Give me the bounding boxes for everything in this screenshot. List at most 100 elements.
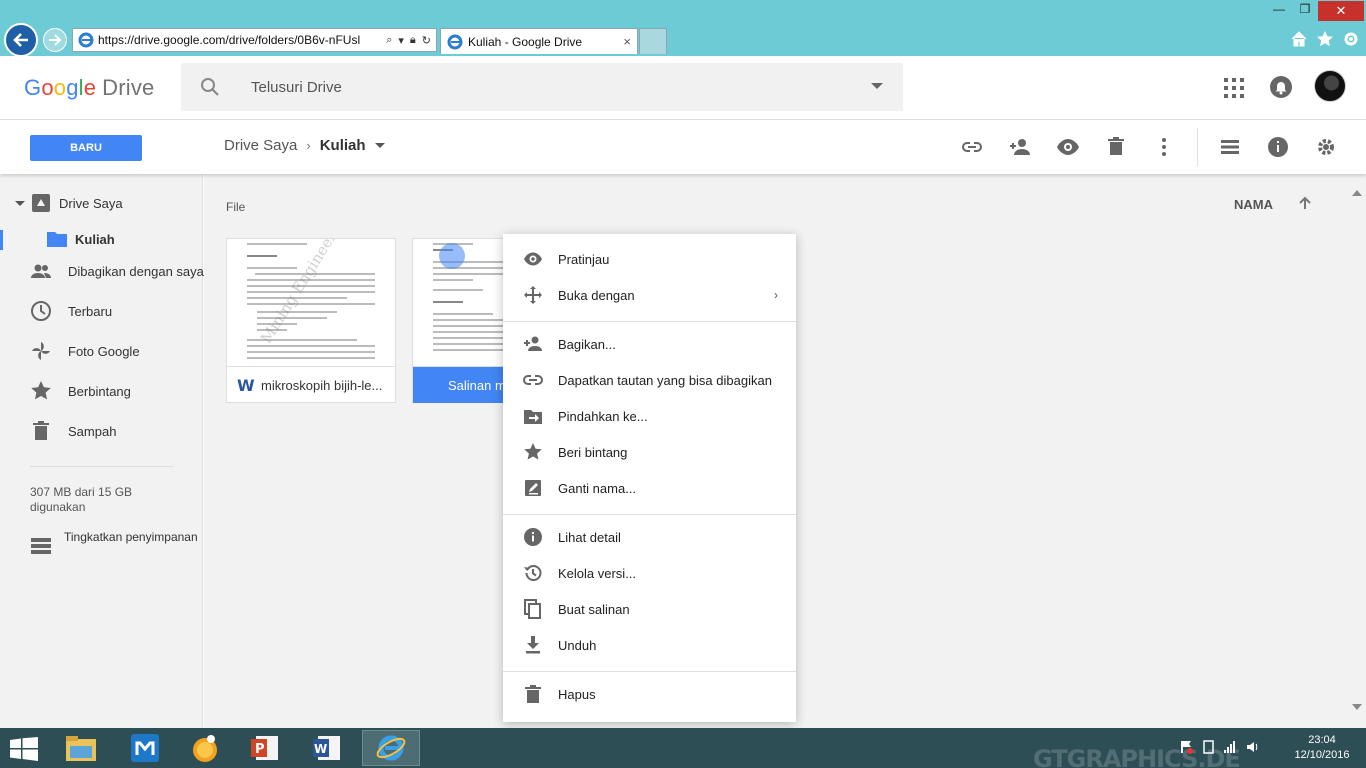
chevron-down-icon[interactable]	[15, 200, 25, 206]
link-icon[interactable]	[960, 135, 984, 159]
sidebar-item-recent[interactable]: Terbaru	[0, 296, 203, 326]
menu-item-delete[interactable]: Hapus	[503, 676, 796, 712]
forward-button[interactable]	[43, 28, 67, 52]
menu-item-share[interactable]: Bagikan...	[503, 326, 796, 362]
file-card[interactable]: Mining Engineering W mikroskopih bijih-l…	[226, 238, 396, 403]
scroll-down-icon[interactable]	[1352, 704, 1362, 710]
maxthon-app[interactable]	[116, 730, 174, 766]
clock-date: 12/10/2016	[1294, 749, 1350, 761]
powerpoint-app[interactable]: P	[236, 730, 294, 766]
volume-icon[interactable]	[1246, 740, 1259, 754]
search-box[interactable]	[181, 63, 903, 111]
notifications-bell-icon[interactable]	[1270, 76, 1292, 98]
browser-tab[interactable]: Kuliah - Google Drive ×	[440, 28, 638, 54]
system-tray	[1180, 740, 1259, 754]
address-bar[interactable]: https://drive.google.com/drive/folders/0…	[72, 28, 437, 52]
link-icon	[523, 375, 543, 385]
menu-item-label: Hapus	[558, 686, 596, 702]
new-button[interactable]: BARU	[30, 135, 142, 161]
internet-explorer-icon	[376, 735, 406, 761]
file-explorer-app[interactable]	[52, 730, 110, 766]
settings-gear-icon[interactable]	[1314, 135, 1338, 159]
sort-by-name[interactable]: NAMA	[1234, 197, 1273, 212]
info-icon[interactable]	[1266, 135, 1290, 159]
breadcrumb-current[interactable]: Kuliah	[320, 137, 366, 154]
maximize-button[interactable]: ❐	[1292, 2, 1318, 20]
internet-explorer-app[interactable]	[362, 730, 420, 766]
arrow-right-icon	[49, 34, 62, 46]
ie-favicon-icon	[78, 32, 94, 48]
menu-item-get-link[interactable]: Dapatkan tautan yang bisa dibagikan	[503, 362, 796, 398]
lock-icon[interactable]: 🔒︎	[410, 34, 416, 47]
menu-item-versions[interactable]: Kelola versi...	[503, 555, 796, 591]
url-text[interactable]: https://drive.google.com/drive/folders/0…	[98, 33, 381, 47]
minimize-button[interactable]: —	[1266, 2, 1292, 20]
menu-item-preview[interactable]: Pratinjau	[503, 241, 796, 277]
breadcrumb-separator: ›	[306, 138, 311, 153]
scroll-up-icon[interactable]	[1352, 190, 1362, 196]
sidebar-item-kuliah[interactable]: Kuliah	[0, 224, 203, 254]
favorites-star-icon[interactable]	[1316, 30, 1334, 48]
refresh-icon[interactable]: ↻	[422, 34, 431, 47]
media-player-app[interactable]	[176, 730, 234, 766]
account-avatar[interactable]	[1314, 70, 1346, 102]
sidebar-item-my-drive[interactable]: Drive Saya	[0, 188, 203, 218]
list-view-icon[interactable]	[1218, 135, 1242, 159]
signal-icon[interactable]	[1224, 740, 1237, 754]
home-icon[interactable]	[1290, 30, 1308, 48]
menu-item-move-to[interactable]: Pindahkan ke...	[503, 398, 796, 434]
scrollbar[interactable]	[1348, 174, 1366, 728]
sidebar-item-label: Kuliah	[75, 231, 115, 247]
sidebar-item-starred[interactable]: Berbintang	[0, 376, 203, 406]
eye-icon[interactable]	[1056, 135, 1080, 159]
menu-item-label: Buat salinan	[558, 601, 630, 617]
back-button[interactable]	[4, 23, 38, 57]
section-heading: File	[226, 200, 246, 214]
menu-item-open-with[interactable]: Buka dengan ›	[503, 277, 796, 313]
star-icon	[31, 381, 51, 400]
dropdown-icon[interactable]: ▾	[398, 34, 404, 47]
sidebar-item-trash[interactable]: Sampah	[0, 416, 203, 446]
search-icon[interactable]: ⌕	[386, 34, 392, 47]
svg-text:W: W	[314, 742, 327, 756]
search-options-icon[interactable]	[871, 83, 883, 89]
windows-taskbar: P W GTGRAPHICS.DE 23:04 12/10/2016	[0, 728, 1366, 768]
new-tab-button[interactable]	[639, 28, 667, 54]
apps-grid-icon[interactable]	[1224, 78, 1244, 98]
flag-alert-icon[interactable]	[1180, 740, 1193, 754]
chevron-down-icon[interactable]	[374, 143, 385, 148]
system-clock[interactable]: 23:04 12/10/2016	[1286, 733, 1358, 763]
trash-icon[interactable]	[1104, 135, 1128, 159]
menu-item-label: Pratinjau	[558, 251, 610, 267]
menu-item-star[interactable]: Beri bintang	[503, 434, 796, 470]
person-add-icon	[524, 336, 542, 351]
close-tab-icon[interactable]: ×	[623, 34, 631, 49]
device-icon[interactable]	[1202, 740, 1215, 754]
more-vert-icon[interactable]	[1152, 135, 1176, 159]
google-drive-logo[interactable]: Google Drive	[24, 75, 155, 101]
file-name: mikroskopih bijih-le...	[261, 377, 383, 393]
sidebar-item-label: Dibagikan dengan saya	[68, 263, 204, 279]
menu-item-rename[interactable]: Ganti nama...	[503, 470, 796, 506]
person-add-icon[interactable]	[1008, 135, 1032, 159]
sidebar-item-photos[interactable]: Foto Google	[0, 336, 203, 366]
loading-overlay	[439, 243, 465, 269]
menu-item-download[interactable]: Unduh	[503, 627, 796, 663]
arrow-up-icon[interactable]	[1297, 195, 1313, 211]
settings-gear-icon[interactable]	[1342, 30, 1360, 48]
search-icon[interactable]	[199, 76, 221, 98]
windows-start-icon[interactable]	[10, 737, 38, 761]
pinwheel-icon	[32, 342, 50, 360]
menu-item-label: Unduh	[558, 637, 597, 653]
upgrade-storage-link[interactable]: Tingkatkan penyimpanan	[30, 531, 200, 561]
move-to-icon	[524, 410, 542, 424]
word-app[interactable]: W	[298, 730, 356, 766]
menu-item-details[interactable]: Lihat detail	[503, 519, 796, 555]
context-menu: Pratinjau Buka dengan › Bagikan... Dapat…	[503, 234, 796, 722]
close-window-button[interactable]: ✕	[1318, 1, 1364, 21]
search-input[interactable]	[251, 75, 851, 99]
breadcrumb-root[interactable]: Drive Saya	[224, 137, 297, 154]
sidebar-item-shared[interactable]: Dibagikan dengan saya	[0, 256, 204, 286]
menu-item-copy[interactable]: Buat salinan	[503, 591, 796, 627]
word-doc-icon: W	[237, 376, 255, 395]
